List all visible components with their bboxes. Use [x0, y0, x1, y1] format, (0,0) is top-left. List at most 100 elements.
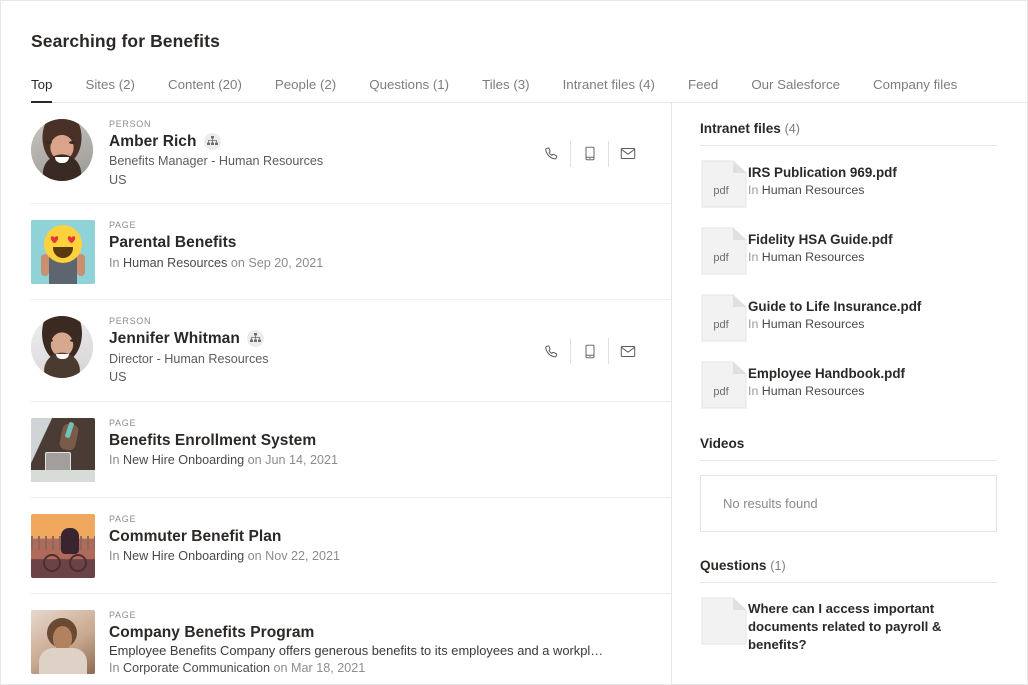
- result-snippet: Employee Benefits Company offers generou…: [109, 643, 604, 659]
- phone-icon[interactable]: [532, 338, 570, 364]
- file-site[interactable]: Human Resources: [762, 317, 865, 331]
- pdf-file-icon: pdf: [700, 227, 748, 275]
- result-title[interactable]: Amber Rich: [109, 133, 197, 151]
- panel-questions: Questions (1) Where can I access importa…: [700, 558, 997, 655]
- mobile-icon[interactable]: [570, 338, 608, 365]
- videos-empty-text: No results found: [723, 496, 818, 511]
- result-content: PAGE Company Benefits Program Employee Ben…: [109, 610, 671, 677]
- result-meta: In New Hire Onboarding on Nov 22, 2021: [109, 548, 671, 565]
- result-title[interactable]: Company Benefits Program: [109, 624, 314, 642]
- org-chart-icon[interactable]: [246, 329, 264, 347]
- tab-feed[interactable]: Feed: [688, 77, 718, 102]
- panel-intranet-files-heading: Intranet files (4): [700, 121, 997, 145]
- page-thumbnail: [31, 513, 109, 578]
- meta-site[interactable]: New Hire Onboarding: [123, 453, 244, 467]
- result-title[interactable]: Jennifer Whitman: [109, 330, 240, 348]
- intranet-file-list: pdf IRS Publication 969.pdf In Human Resou…: [700, 146, 997, 414]
- file-name[interactable]: Guide to Life Insurance.pdf: [748, 298, 997, 315]
- panel-heading-count: (1): [770, 559, 786, 573]
- file-name[interactable]: IRS Publication 969.pdf: [748, 164, 997, 181]
- panel-videos: Videos No results found: [700, 436, 997, 532]
- tab-top[interactable]: Top: [31, 77, 53, 103]
- meta-site[interactable]: Human Resources: [123, 256, 227, 270]
- result-title[interactable]: Benefits Enrollment System: [109, 432, 316, 450]
- meta-on-label: on: [273, 661, 288, 676]
- mobile-icon[interactable]: [570, 140, 608, 167]
- result-content: PERSON Jennifer Whitman Director - Human R…: [109, 316, 671, 385]
- intranet-file-item[interactable]: pdf IRS Publication 969.pdf In Human Resou…: [700, 146, 997, 213]
- file-type-badge: pdf: [713, 319, 729, 331]
- result-title[interactable]: Commuter Benefit Plan: [109, 528, 281, 546]
- meta-date: Jun 14, 2021: [265, 453, 338, 468]
- avatar: [31, 119, 109, 188]
- file-location: In Human Resources: [748, 317, 997, 331]
- search-result-item[interactable]: PAGE Company Benefits Program Employee Ben…: [31, 594, 671, 684]
- file-site[interactable]: Human Resources: [762, 250, 865, 264]
- meta-date: Mar 18, 2021: [291, 661, 366, 676]
- pdf-file-icon: pdf: [700, 160, 748, 208]
- search-result-item[interactable]: PAGE Benefits Enrollment System In New Hir…: [31, 402, 671, 498]
- file-site[interactable]: Human Resources: [762, 183, 865, 197]
- meta-in-label: In: [109, 453, 120, 468]
- result-title[interactable]: Parental Benefits: [109, 234, 236, 252]
- page-thumbnail: [31, 220, 109, 285]
- result-type-label: PAGE: [109, 417, 137, 428]
- search-header: Searching for Benefits Top Sites (2) Conte…: [1, 1, 1027, 103]
- panel-heading-text: Intranet files: [700, 121, 781, 136]
- meta-site[interactable]: Corporate Communication: [123, 661, 270, 675]
- search-result-item[interactable]: PAGE Parental Benefits In Human Resources …: [31, 204, 671, 301]
- org-chart-icon[interactable]: [203, 132, 221, 150]
- primary-results-column: PERSON Amber Rich Benefits Manager - Human…: [1, 103, 671, 684]
- panel-intranet-files: Intranet files (4) pdf IRS Publication 96…: [700, 103, 997, 414]
- meta-on-label: on: [247, 549, 262, 564]
- search-result-item[interactable]: PERSON Jennifer Whitman Director - Human R…: [31, 300, 671, 402]
- page-thumbnail: [31, 417, 109, 482]
- search-result-item[interactable]: PERSON Amber Rich Benefits Manager - Human…: [31, 103, 671, 205]
- intranet-file-item[interactable]: pdf Fidelity HSA Guide.pdf In Human Resour…: [700, 213, 997, 280]
- email-icon[interactable]: [608, 140, 646, 167]
- tab-people-2[interactable]: People (2): [275, 77, 336, 102]
- tab-sites-2[interactable]: Sites (2): [85, 77, 135, 102]
- contact-actions: [532, 140, 671, 167]
- panel-videos-heading: Videos: [700, 436, 997, 460]
- results-body: PERSON Amber Rich Benefits Manager - Human…: [1, 103, 1027, 684]
- result-subtitle: Director - Human Resources: [109, 351, 269, 366]
- question-list: Where can I access important documents r…: [700, 583, 997, 655]
- panel-heading-count: (4): [784, 122, 801, 136]
- panel-heading-text: Questions: [700, 558, 767, 573]
- meta-date: Sep 20, 2021: [248, 255, 324, 270]
- result-meta: In New Hire Onboarding on Jun 14, 2021: [109, 452, 671, 469]
- intranet-file-item[interactable]: pdf Guide to Life Insurance.pdf In Human R…: [700, 280, 997, 347]
- tab-company-files[interactable]: Company files: [873, 77, 957, 102]
- result-type-label: PAGE: [109, 609, 137, 620]
- search-result-item[interactable]: PAGE Commuter Benefit Plan In New Hire Onb…: [31, 498, 671, 594]
- file-name[interactable]: Employee Handbook.pdf: [748, 365, 997, 382]
- tab-questions-1[interactable]: Questions (1): [369, 77, 449, 102]
- tab-tiles-3[interactable]: Tiles (3): [482, 77, 530, 102]
- result-meta: In Corporate Communication on Mar 18, 20…: [109, 660, 671, 677]
- panel-spacer: [700, 532, 997, 558]
- tab-our-salesforce[interactable]: Our Salesforce: [751, 77, 840, 102]
- tab-content-20[interactable]: Content (20): [168, 77, 242, 102]
- result-type-label: PAGE: [109, 513, 137, 524]
- file-location: In Human Resources: [748, 384, 997, 398]
- question-text[interactable]: Where can I access important documents r…: [748, 597, 997, 655]
- file-name[interactable]: Fidelity HSA Guide.pdf: [748, 231, 997, 248]
- panel-spacer: [700, 414, 997, 436]
- intranet-file-item[interactable]: pdf Employee Handbook.pdf In Human Resourc…: [700, 347, 997, 414]
- phone-icon[interactable]: [532, 141, 570, 167]
- meta-in-label: In: [109, 255, 120, 270]
- meta-site[interactable]: New Hire Onboarding: [123, 549, 244, 563]
- file-location: In Human Resources: [748, 250, 997, 264]
- result-location: US: [109, 172, 127, 187]
- pdf-file-icon: pdf: [700, 361, 748, 409]
- email-icon[interactable]: [608, 338, 646, 365]
- org-chart-icon: [249, 333, 261, 343]
- file-site[interactable]: Human Resources: [762, 384, 865, 398]
- file-in-label: In: [748, 317, 759, 332]
- result-location: US: [109, 370, 127, 385]
- contact-actions: [532, 338, 671, 365]
- tab-intranet-files-4[interactable]: Intranet files (4): [563, 77, 655, 102]
- question-item[interactable]: Where can I access important documents r…: [700, 583, 997, 655]
- secondary-results-column: Intranet files (4) pdf IRS Publication 96…: [672, 103, 1027, 684]
